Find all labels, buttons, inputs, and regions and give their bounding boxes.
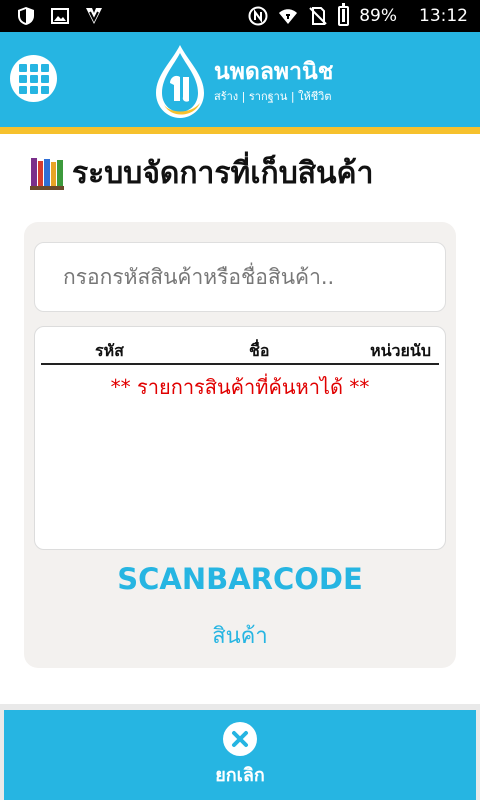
close-icon [223, 721, 257, 756]
cancel-button-label: ยกเลิก [215, 764, 265, 786]
menu-button[interactable] [10, 55, 57, 102]
search-input[interactable] [35, 243, 445, 311]
page-title-text: ระบบจัดการที่เก็บสินค้า [72, 155, 374, 191]
books-icon [30, 158, 64, 190]
scan-barcode-button[interactable]: SCANBARCODE [24, 562, 456, 596]
result-table[interactable]: รหัส ชื่อ หน่วยนับ ** รายการสินค้าที่ค้น… [34, 326, 446, 550]
wifi-icon [279, 9, 298, 24]
brand-logo: นพดลพานิช สร้าง | รากฐาน | ให้ชีวิต [150, 42, 340, 122]
grid-menu-icon [18, 63, 49, 94]
result-empty-message: ** รายการสินค้าที่ค้นหาได้ ** [110, 375, 370, 399]
shield-icon [18, 7, 34, 25]
search-box [34, 242, 446, 312]
app-header: นพดลพานิช สร้าง | รากฐาน | ให้ชีวิต [0, 32, 480, 127]
result-table-header: รหัส ชื่อ หน่วยนับ [41, 333, 439, 365]
battery-icon [338, 3, 350, 26]
brand-slogan: สร้าง | รากฐาน | ให้ชีวิต [214, 90, 332, 103]
clock: 13:12 [419, 6, 468, 26]
header-accent-stripe [0, 127, 480, 134]
cancel-button[interactable]: ยกเลิก [4, 710, 476, 800]
column-header-unit: หน่วยนับ [370, 341, 431, 360]
no-sim-icon [309, 7, 327, 25]
column-header-code: รหัส [95, 341, 124, 360]
app-check-icon [86, 8, 102, 24]
battery-level: 89% [359, 6, 397, 26]
image-icon [51, 8, 69, 24]
scan-barcode-subtitle[interactable]: สินค้า [24, 618, 456, 653]
bottom-bar: ยกเลิก [0, 704, 480, 800]
brand-name: นพดลพานิช [214, 59, 334, 85]
status-bar: 89% 13:12 [0, 0, 480, 32]
column-header-name: ชื่อ [249, 341, 270, 360]
search-card: รหัส ชื่อ หน่วยนับ ** รายการสินค้าที่ค้น… [24, 222, 456, 668]
water-drop-logo-icon [156, 45, 204, 118]
nfc-icon [248, 6, 268, 26]
page-title: ระบบจัดการที่เก็บสินค้า [30, 150, 373, 196]
